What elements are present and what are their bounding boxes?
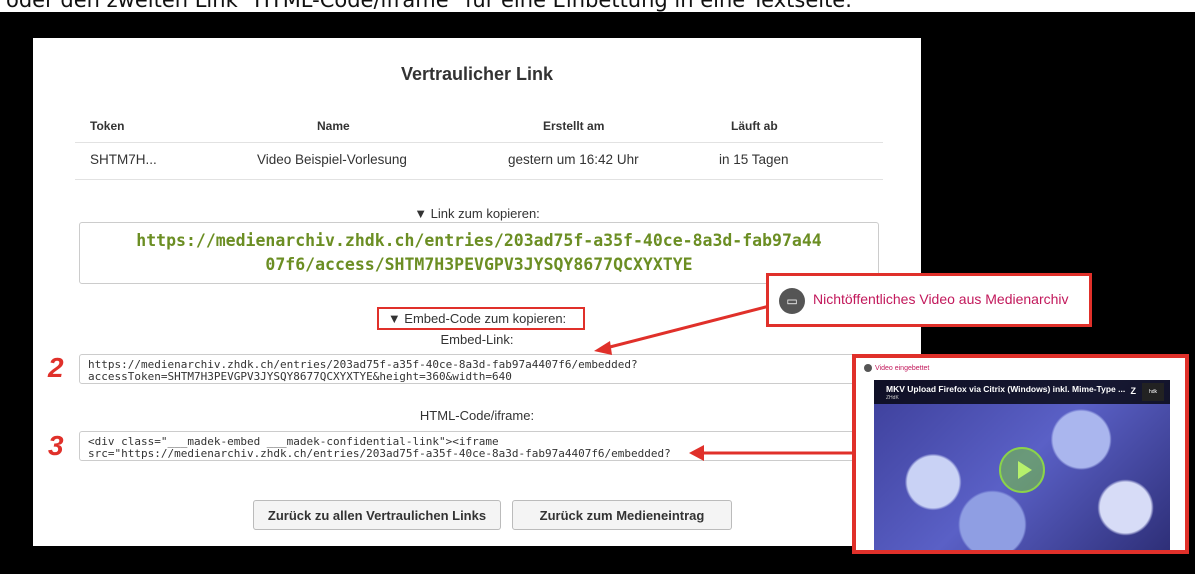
token-cell: SHTM7H... bbox=[90, 152, 157, 167]
created-cell: gestern um 16:42 Uhr bbox=[508, 152, 639, 167]
step-number-3: 3 bbox=[48, 430, 64, 461]
video-title: MKV Upload Firefox via Citrix (Windows) … bbox=[886, 384, 1126, 394]
table-divider bbox=[75, 142, 883, 143]
video-channel: ZHdK bbox=[886, 395, 899, 401]
link-toggle[interactable]: ▼ Link zum kopieren: bbox=[33, 206, 921, 221]
name-cell: Video Beispiel-Vorlesung bbox=[257, 152, 407, 167]
embed-link-field[interactable]: https://medienarchiv.zhdk.ch/entries/203… bbox=[79, 354, 907, 384]
embed-line-2: accessToken=SHTM7H3PEVGPV3JYSQY8677QCXYX… bbox=[88, 370, 512, 383]
link-line-1: https://medienarchiv.zhdk.ch/entries/203… bbox=[136, 231, 822, 250]
tutorial-caption: oder den zweiten Link "HTML-Code/iframe"… bbox=[0, 0, 1195, 12]
embed-link-label: Embed-Link: bbox=[440, 332, 514, 347]
embedded-preview: Video eingebettet MKV Upload Firefox via… bbox=[852, 354, 1189, 554]
video-player[interactable]: MKV Upload Firefox via Citrix (Windows) … bbox=[874, 380, 1170, 550]
html-code-label: HTML-Code/iframe: bbox=[419, 408, 535, 423]
preview-header-text: Video eingebettet bbox=[875, 364, 930, 372]
column-header-token: Token bbox=[90, 119, 125, 133]
expires-cell: in 15 Tagen bbox=[719, 152, 789, 167]
column-header-name: Name bbox=[317, 119, 350, 133]
video-title-bar: MKV Upload Firefox via Citrix (Windows) … bbox=[874, 380, 1170, 404]
column-header-created: Erstellt am bbox=[543, 119, 605, 133]
preview-header: Video eingebettet bbox=[864, 364, 929, 372]
link-line-2: 07f6/access/SHTM7H3PEVGPV3JYSQY8677QCXYX… bbox=[265, 255, 693, 274]
page-title: Vertraulicher Link bbox=[400, 64, 554, 84]
embed-icon bbox=[864, 364, 872, 372]
column-header-expires: Läuft ab bbox=[731, 119, 778, 133]
table-divider bbox=[75, 179, 883, 180]
callout-label: ▭ Nichtöffentliches Video aus Medienarch… bbox=[766, 273, 1092, 327]
play-icon[interactable] bbox=[999, 447, 1045, 493]
html-code-field[interactable]: <div class="___madek-embed ___madek-conf… bbox=[79, 431, 907, 461]
html-line-2: src="https://medienarchiv.zhdk.ch/entrie… bbox=[88, 447, 671, 460]
callout-text: Nichtöffentliches Video aus Medienarchiv bbox=[813, 291, 1069, 307]
step-number-2: 2 bbox=[48, 352, 64, 383]
z-label: Z bbox=[1130, 386, 1137, 396]
video-icon: ▭ bbox=[779, 288, 805, 314]
back-to-links-button[interactable]: Zurück zu allen Vertraulichen Links bbox=[253, 500, 501, 530]
link-field[interactable]: https://medienarchiv.zhdk.ch/entries/203… bbox=[79, 222, 879, 284]
hdk-logo: hdk bbox=[1142, 383, 1164, 401]
back-to-entry-button[interactable]: Zurück zum Medieneintrag bbox=[512, 500, 732, 530]
